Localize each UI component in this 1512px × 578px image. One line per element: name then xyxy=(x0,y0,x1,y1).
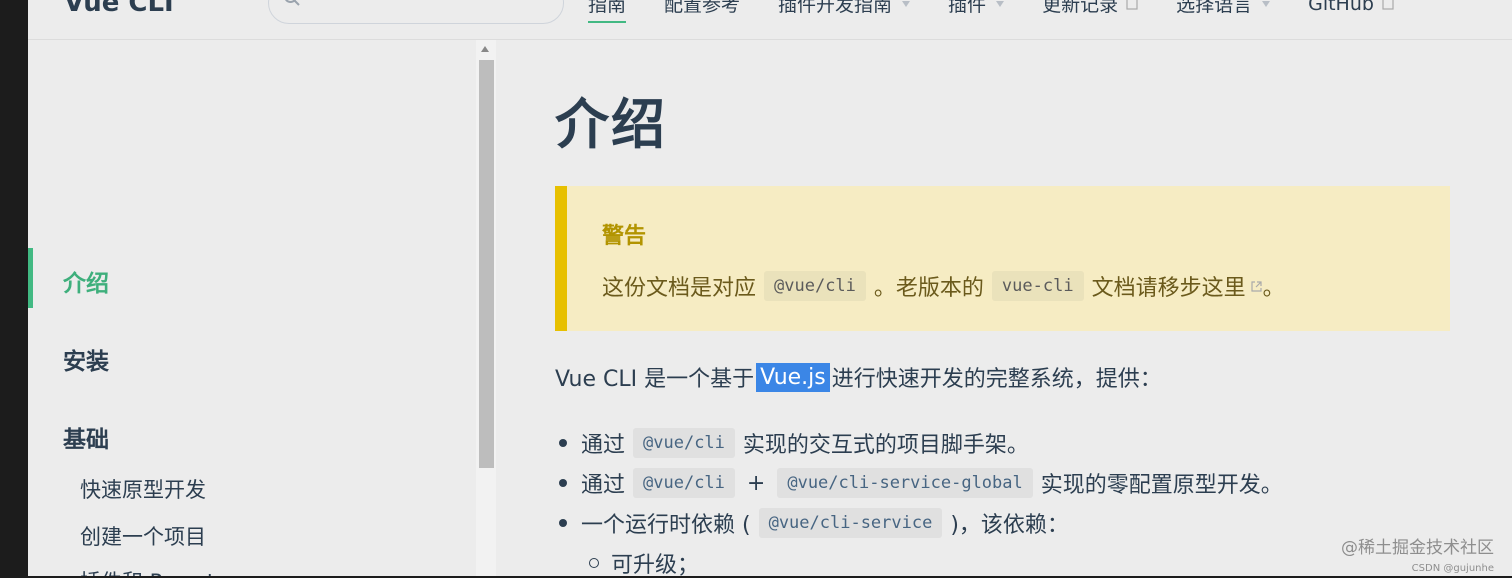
warning-callout: 警告 这份文档是对应 @vue/cli 。老版本的 vue-cli 文档请移步这… xyxy=(555,186,1450,331)
watermark: @稀土掘金技术社区 xyxy=(1341,538,1494,558)
chevron-down-icon xyxy=(996,0,1005,7)
inline-code: @vue/cli-service xyxy=(758,508,943,538)
inline-code: @vue/cli xyxy=(764,271,866,301)
inline-code: @vue/cli xyxy=(633,468,735,498)
intro-paragraph: Vue CLI 是一个基于 Vue.js 进行快速开发的完整系统，提供： xyxy=(555,362,1162,392)
top-navbar: Vue CLI 指南 配置参考 插件开发指南 插件 更新记录 选择语言 GitH… xyxy=(28,0,1512,40)
warning-title: 警告 xyxy=(602,224,647,249)
browser-viewport: Vue CLI 指南 配置参考 插件开发指南 插件 更新记录 选择语言 GitH… xyxy=(28,0,1512,576)
nav-link-github[interactable]: GitHub xyxy=(1308,0,1394,17)
external-link-icon xyxy=(1250,280,1262,292)
search-input[interactable] xyxy=(268,0,564,24)
circle-bullet-icon xyxy=(589,558,599,568)
sidebar-active-indicator xyxy=(28,248,33,308)
selected-text-vuejs-link[interactable]: Vue.js xyxy=(756,362,830,392)
sidebar-item-install[interactable]: 安装 xyxy=(63,342,109,376)
external-link-icon xyxy=(1126,0,1138,10)
sidebar-scrollbar[interactable] xyxy=(476,40,496,576)
sidebar-subitem-prototyping[interactable]: 快速原型开发 xyxy=(80,474,206,504)
chevron-down-icon xyxy=(902,0,911,7)
inline-code: @vue/cli-service-global xyxy=(777,468,1033,498)
bullet-icon xyxy=(559,479,567,487)
scrollbar-thumb[interactable] xyxy=(479,60,494,468)
sidebar-item-intro[interactable]: 介绍 xyxy=(63,264,109,298)
sidebar-item-basics[interactable]: 基础 xyxy=(63,420,109,454)
sidebar-subitem-plugins-presets[interactable]: 插件和 Preset xyxy=(80,566,215,576)
nav-link-language[interactable]: 选择语言 xyxy=(1176,0,1271,17)
list-item: 通过 @vue/cli + @vue/cli-service-global 实现… xyxy=(555,463,1283,503)
inline-code: @vue/cli xyxy=(633,428,735,458)
sidebar: 介绍 安装 基础 快速原型开发 创建一个项目 插件和 Preset xyxy=(28,40,496,576)
site-logo[interactable]: Vue CLI xyxy=(64,0,174,18)
main-content: 介绍 警告 这份文档是对应 @vue/cli 。老版本的 vue-cli 文档请… xyxy=(555,40,1512,576)
sub-list-item: 可升级； xyxy=(555,543,1283,576)
search-icon xyxy=(285,0,300,6)
inline-code: vue-cli xyxy=(991,271,1084,301)
nav-links: 指南 配置参考 插件开发指南 插件 更新记录 选择语言 GitHub xyxy=(588,0,1432,23)
warning-text: 这份文档是对应 @vue/cli 。老版本的 vue-cli 文档请移步这里 。 xyxy=(602,270,1285,302)
scroll-up-arrow-icon[interactable] xyxy=(481,46,489,52)
nav-link-config[interactable]: 配置参考 xyxy=(664,0,740,17)
nav-link-plugin-dev[interactable]: 插件开发指南 xyxy=(778,0,911,17)
list-item: 一个运行时依赖 ( @vue/cli-service )，该依赖： xyxy=(555,503,1283,543)
list-item: 通过 @vue/cli 实现的交互式的项目脚手架。 xyxy=(555,423,1283,463)
nav-link-plugins[interactable]: 插件 xyxy=(948,0,1005,17)
page-title: 介绍 xyxy=(555,93,667,156)
bullet-icon xyxy=(559,519,567,527)
legacy-docs-link[interactable]: 文档请移步这里 xyxy=(1092,270,1246,302)
sidebar-subitem-create-project[interactable]: 创建一个项目 xyxy=(80,521,206,551)
chevron-down-icon xyxy=(1262,0,1271,7)
feature-list: 通过 @vue/cli 实现的交互式的项目脚手架。 通过 @vue/cli + … xyxy=(555,423,1283,576)
external-link-icon xyxy=(1382,0,1394,10)
nav-link-changelog[interactable]: 更新记录 xyxy=(1042,0,1138,17)
bullet-icon xyxy=(559,439,567,447)
watermark-sub: CSDN @gujunhe xyxy=(1411,563,1494,574)
nav-link-guide[interactable]: 指南 xyxy=(588,0,627,23)
